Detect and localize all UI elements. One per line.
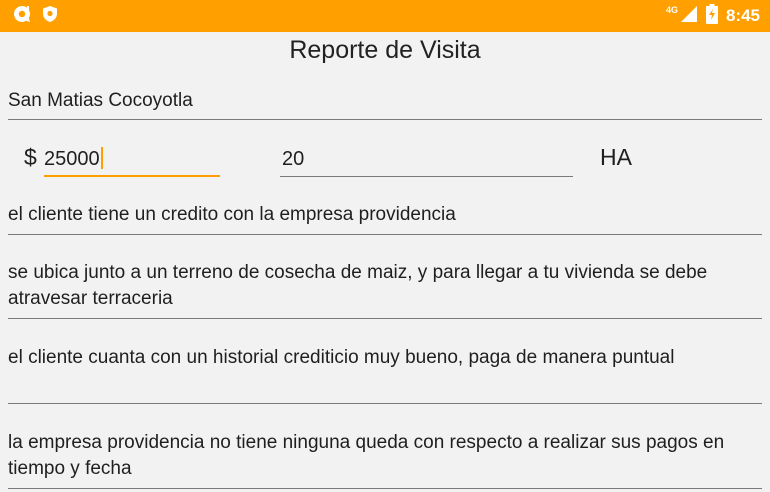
- location-value: San Matias Cocoyotla: [8, 90, 193, 111]
- text-cursor: [100, 147, 103, 169]
- note-text-3: el cliente cuanta con un historial credi…: [8, 347, 675, 368]
- amount-area-row: $ 25000 20 HA: [0, 140, 770, 180]
- currency-symbol: $: [24, 144, 37, 170]
- page-title: Reporte de Visita: [289, 36, 481, 64]
- amount-input[interactable]: 25000: [44, 140, 220, 177]
- amount-value: 25000: [44, 148, 100, 170]
- chat-notification-icon: [12, 4, 32, 29]
- network-type-label: 4G: [665, 5, 678, 15]
- note-field-2[interactable]: se ubica junto a un terreno de cosecha d…: [8, 260, 762, 319]
- note-text-4: la empresa providencia no tiene ninguna …: [8, 432, 725, 479]
- area-unit-label: HA: [600, 144, 632, 170]
- note-field-1[interactable]: el cliente tiene un credito con la empre…: [8, 202, 762, 235]
- location-field[interactable]: San Matias Cocoyotla: [8, 88, 762, 120]
- clock: 8:45: [725, 6, 760, 25]
- note-field-4[interactable]: la empresa providencia no tiene ninguna …: [8, 430, 762, 489]
- battery-charging-icon: [705, 3, 718, 29]
- shield-notification-icon: [42, 5, 58, 28]
- status-bar: 4G 8:45: [0, 0, 770, 32]
- note-field-3[interactable]: el cliente cuanta con un historial credi…: [8, 345, 762, 404]
- cell-signal-icon: [680, 5, 698, 28]
- note-text-1: el cliente tiene un credito con la empre…: [8, 204, 456, 225]
- area-value: 20: [282, 148, 305, 170]
- note-text-2: se ubica junto a un terreno de cosecha d…: [8, 262, 708, 309]
- area-input[interactable]: 20: [280, 140, 573, 177]
